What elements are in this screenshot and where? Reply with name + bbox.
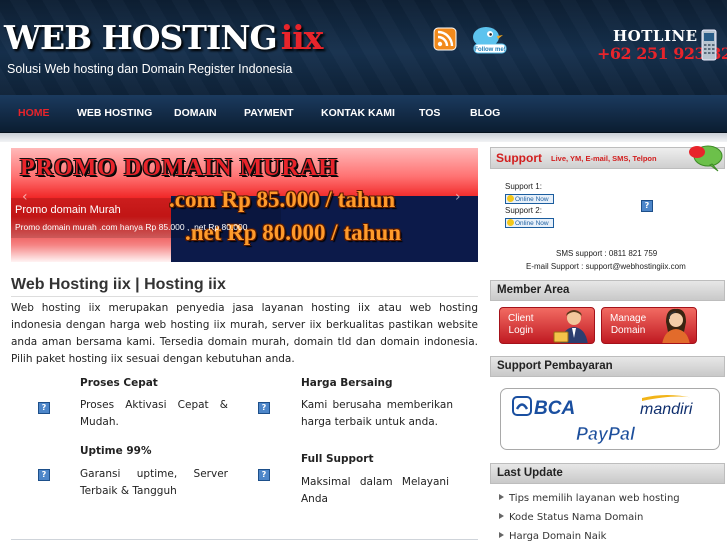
arrow-right-icon [499, 532, 504, 538]
nav-item-tos[interactable]: TOS [419, 107, 440, 119]
arrow-right-icon [499, 513, 504, 519]
feature-desc-full-support: Maksimal dalam Melayani Anda [301, 476, 449, 505]
member-area-header: Member Area [490, 280, 725, 301]
nav-item-blog[interactable]: BLOG [470, 107, 500, 119]
email-support-text: E-mail Support : support@webhostingiix.c… [526, 262, 686, 271]
support-1-ym-status[interactable]: Online Now [505, 194, 554, 204]
slider-caption-text: Promo domain murah .com hanya Rp 85.000 … [15, 222, 248, 232]
site-logo[interactable]: WEB HOSTING iix [4, 18, 324, 57]
feature-desc-proses-cepat: Proses Aktivasi Cepat & Mudah. [80, 399, 228, 428]
support-1-label: Support 1: [505, 182, 542, 191]
feature-icon: ? [38, 469, 50, 481]
last-update-header: Last Update [490, 463, 725, 484]
ym-smiley-icon [507, 219, 514, 226]
feature-desc-harga-bersaing: Kami berusaha memberikan harga terbaik u… [301, 399, 453, 428]
promo-heading: PROMO DOMAIN MURAH [20, 155, 338, 181]
paypal-logo: PayPal [576, 424, 637, 445]
nav-separator [0, 133, 727, 142]
customer-service-woman-icon [662, 308, 690, 343]
ym-smiley-icon [507, 195, 514, 202]
manage-domain-label: Manage Domain [610, 313, 647, 336]
site-header: WEB HOSTING iix Solusi Web hosting dan Do… [0, 0, 727, 95]
slider-next-arrow-icon[interactable]: › [455, 190, 465, 204]
support-help-icon: ? [641, 200, 653, 212]
feature-title-proses-cepat: Proses Cepat [80, 377, 158, 389]
intro-paragraph: Web hosting iix merupakan penyedia jasa … [11, 302, 478, 365]
twitter-bird-icon[interactable]: Follow me! [466, 22, 510, 56]
feature-icon: ? [258, 402, 270, 414]
support-subtitle: Live, YM, E-mail, SMS, Telpon [551, 154, 657, 163]
online-badge-label: Online Now [515, 196, 549, 203]
support-title: Support [496, 151, 542, 165]
hotline-label: HOTLINE [613, 27, 698, 45]
last-update-link-label: Tips memilih layanan web hosting [509, 493, 680, 504]
support-2-label: Support 2: [505, 206, 542, 215]
content-bottom-divider [11, 539, 478, 540]
last-update-link-label: Harga Domain Naik [509, 531, 607, 542]
phone-icon [701, 29, 717, 61]
feature-title-harga-bersaing: Harga Bersaing [301, 377, 393, 389]
client-login-label: Client Login [508, 313, 534, 336]
online-badge-label: Online Now [515, 220, 549, 227]
page-title: Web Hosting iix | Hosting iix [11, 276, 226, 293]
slider-prev-arrow-icon[interactable]: ‹ [22, 190, 32, 204]
manage-domain-button[interactable]: Manage Domain [601, 307, 697, 344]
nav-item-payment[interactable]: PAYMENT [244, 107, 294, 119]
payment-support-header: Support Pembayaran [490, 356, 725, 377]
nav-item-domain[interactable]: DOMAIN [174, 107, 217, 119]
businessman-icon [553, 310, 588, 343]
feature-title-full-support: Full Support [301, 453, 374, 465]
mandiri-logo: mandiri [640, 395, 694, 418]
last-update-link[interactable]: Harga Domain Naik [499, 531, 606, 542]
bca-logo-text: BCA [534, 398, 575, 418]
feature-icon: ? [258, 469, 270, 481]
nav-item-home[interactable]: HOME [18, 107, 50, 119]
nav-item-kontak-kami[interactable]: KONTAK KAMI [321, 107, 395, 119]
site-title-accent: iix [280, 18, 324, 57]
site-tagline: Solusi Web hosting dan Domain Register I… [7, 62, 293, 76]
feature-desc-uptime: Garansi uptime, Server Terbaik & Tangguh [80, 468, 228, 497]
feature-title-uptime: Uptime 99% [80, 445, 152, 457]
support-2-ym-status[interactable]: Online Now [505, 218, 554, 228]
promo-price-com: .com Rp 85.000 / tahun [169, 187, 396, 212]
twitter-badge-label: Follow me! [474, 47, 505, 53]
chat-bubble-icon [689, 145, 723, 172]
nav-item-web-hosting[interactable]: WEB HOSTING [77, 107, 152, 119]
client-login-button[interactable]: Client Login [499, 307, 595, 344]
site-title-main: WEB HOSTING [4, 18, 278, 57]
sms-support-text: SMS support : 0811 821 759 [556, 249, 658, 258]
feature-icon: ? [38, 402, 50, 414]
main-navigation: HOME WEB HOSTING DOMAIN PAYMENT KONTAK K… [0, 95, 727, 133]
promo-slider[interactable]: PROMO DOMAIN MURAH .com Rp 85.000 / tahu… [11, 148, 478, 262]
bca-logo: BCA [512, 396, 575, 418]
mandiri-logo-text: mandiri [640, 401, 693, 418]
arrow-right-icon [499, 494, 504, 500]
last-update-link[interactable]: Tips memilih layanan web hosting [499, 493, 680, 504]
rss-icon[interactable] [432, 26, 458, 52]
slider-caption-title: Promo domain Murah [15, 204, 121, 216]
last-update-link-label: Kode Status Nama Domain [509, 512, 644, 523]
last-update-link[interactable]: Kode Status Nama Domain [499, 512, 643, 523]
paypal-logo-text: PayPal [576, 424, 636, 444]
title-divider [11, 296, 478, 297]
